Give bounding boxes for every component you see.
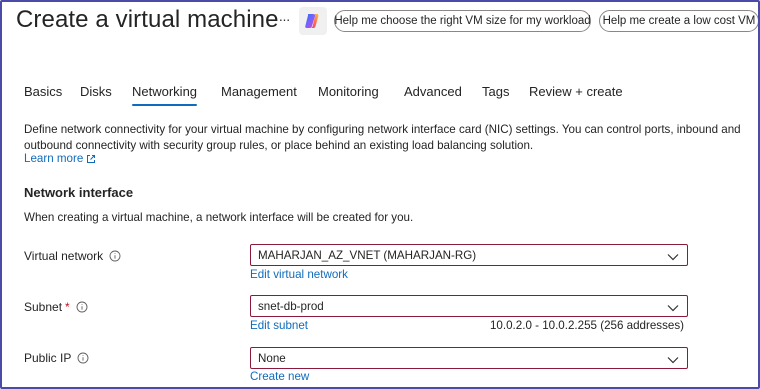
- virtual-network-label: Virtual network: [24, 249, 121, 263]
- tab-management[interactable]: Management: [221, 84, 297, 99]
- required-asterisk: *: [65, 300, 70, 314]
- tab-networking[interactable]: Networking: [132, 84, 198, 106]
- subnet-value: snet-db-prod: [258, 299, 324, 313]
- virtual-network-label-text: Virtual network: [24, 249, 104, 263]
- section-description: When creating a virtual machine, a netwo…: [24, 211, 414, 224]
- learn-more-label: Learn more: [24, 152, 84, 165]
- copilot-icon: [304, 12, 322, 30]
- edit-virtual-network-link[interactable]: Edit virtual network: [250, 268, 348, 281]
- external-link-icon: [86, 154, 96, 164]
- page-title: Create a virtual machine: [16, 6, 279, 33]
- chevron-down-icon: [667, 302, 679, 312]
- tab-advanced[interactable]: Advanced: [404, 84, 462, 99]
- edit-subnet-link[interactable]: Edit subnet: [250, 319, 308, 332]
- info-icon[interactable]: [77, 352, 89, 364]
- section-heading-network-interface: Network interface: [24, 185, 134, 200]
- learn-more-link[interactable]: Learn more: [24, 152, 96, 165]
- public-ip-label-text: Public IP: [24, 351, 72, 365]
- chevron-down-icon: [667, 354, 679, 364]
- info-icon[interactable]: [76, 301, 88, 313]
- virtual-network-select[interactable]: MAHARJAN_AZ_VNET (MAHARJAN-RG): [250, 244, 688, 266]
- create-new-public-ip-link[interactable]: Create new: [250, 370, 309, 383]
- subnet-label-text: Subnet: [24, 300, 63, 314]
- public-ip-label: Public IP: [24, 351, 89, 365]
- more-options-button[interactable]: ···: [274, 10, 294, 30]
- tab-disks[interactable]: Disks: [80, 84, 112, 99]
- suggestion-low-cost-vm-button[interactable]: Help me create a low cost VM: [599, 10, 758, 32]
- subnet-address-range: 10.0.2.0 - 10.0.2.255 (256 addresses): [489, 319, 684, 332]
- info-icon[interactable]: [109, 250, 121, 262]
- chevron-down-icon: [667, 251, 679, 261]
- subnet-label: Subnet *: [24, 300, 88, 314]
- networking-description: Define network connectivity for your vir…: [24, 123, 741, 152]
- copilot-button[interactable]: [299, 7, 327, 35]
- public-ip-value: None: [258, 351, 286, 365]
- virtual-network-value: MAHARJAN_AZ_VNET (MAHARJAN-RG): [258, 248, 477, 262]
- tab-basics[interactable]: Basics: [24, 84, 62, 99]
- suggestion-choose-vm-size-button[interactable]: Help me choose the right VM size for my …: [334, 10, 591, 32]
- subnet-select[interactable]: snet-db-prod: [250, 295, 688, 317]
- window-frame: Create a virtual machine ··· Help me cho…: [0, 0, 760, 389]
- public-ip-select[interactable]: None: [250, 347, 688, 369]
- tab-review-create[interactable]: Review + create: [529, 84, 623, 99]
- tab-monitoring[interactable]: Monitoring: [318, 84, 379, 99]
- tab-tags[interactable]: Tags: [482, 84, 509, 99]
